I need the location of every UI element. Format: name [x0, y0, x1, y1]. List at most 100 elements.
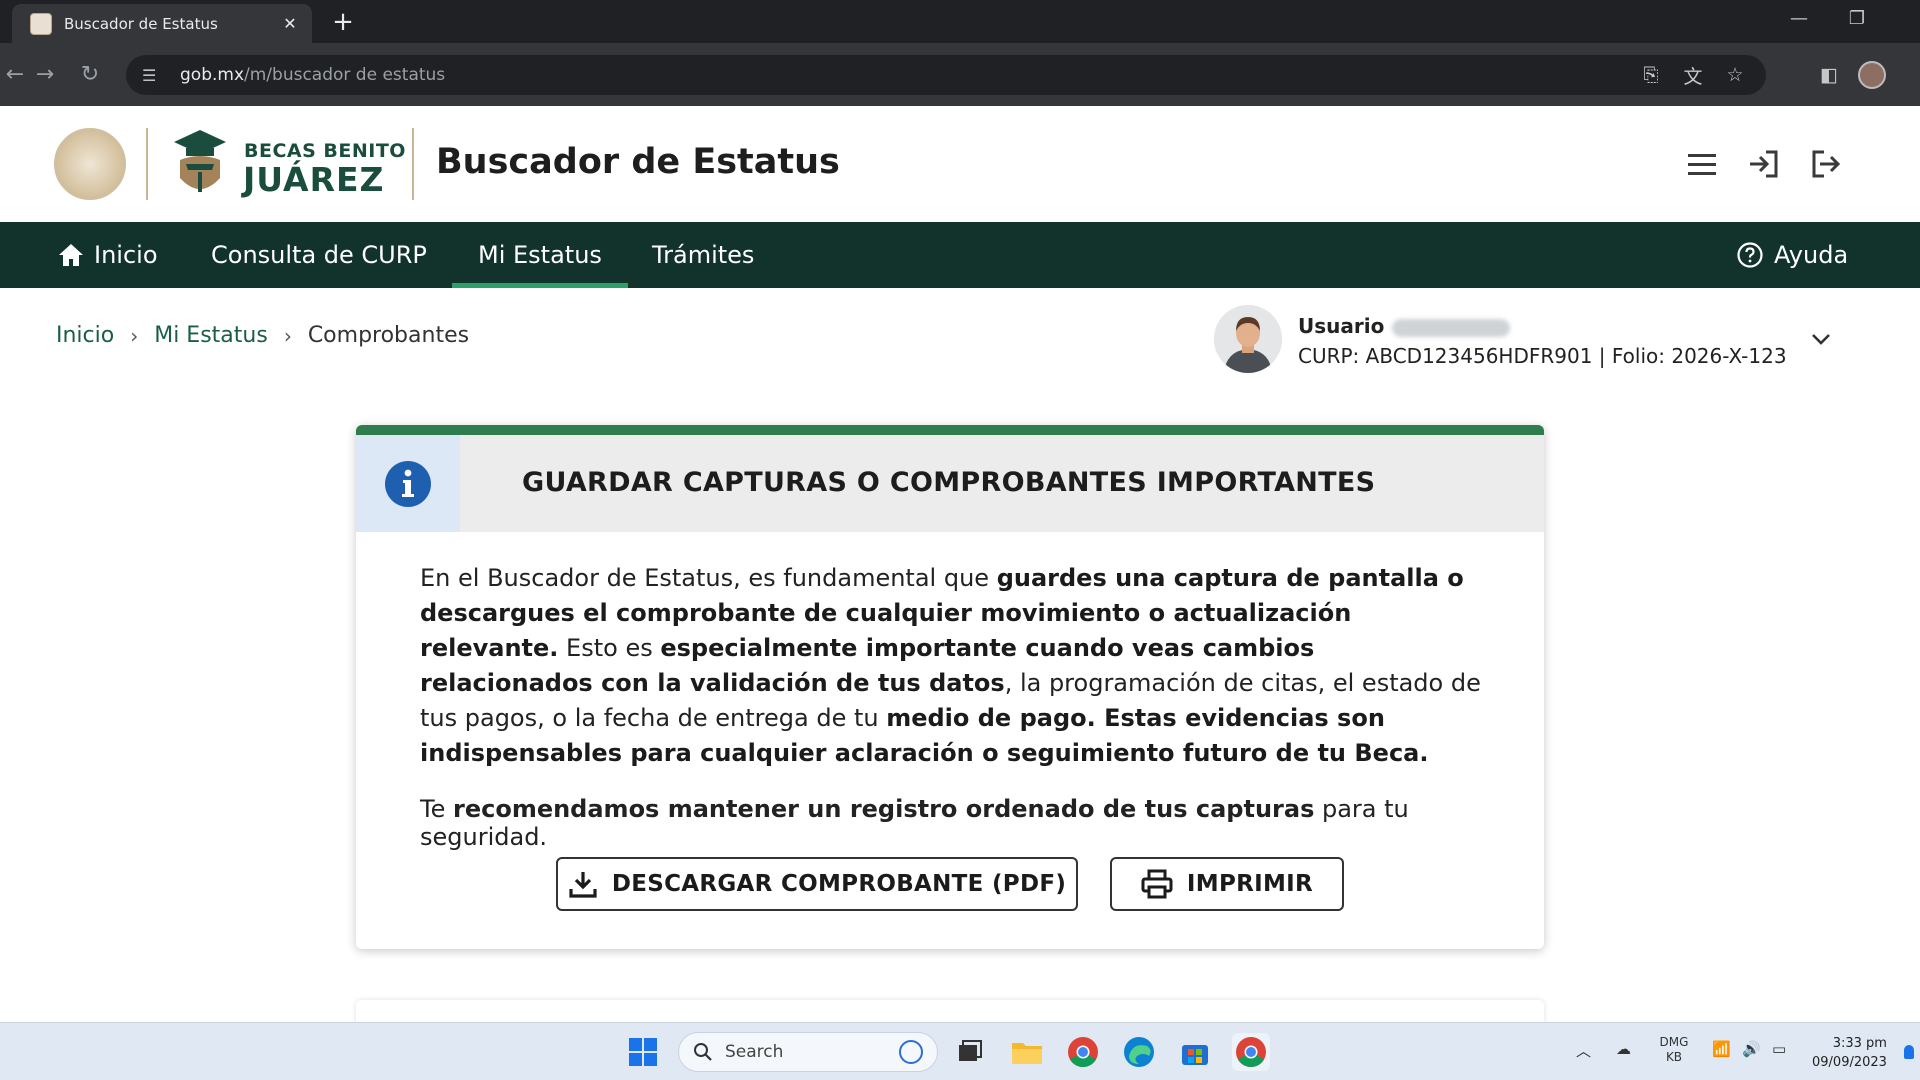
site-settings-icon[interactable]: ☰	[142, 66, 164, 85]
nav-item-consulta-curp[interactable]: Consulta de CURP	[211, 222, 427, 288]
task-view-glyph-icon	[959, 1040, 982, 1061]
edge-icon	[1124, 1037, 1154, 1067]
task-view-icon[interactable]	[950, 1033, 988, 1071]
edge-taskbar-icon[interactable]	[1120, 1033, 1158, 1071]
tray-lang-line2: KB	[1665, 1050, 1683, 1064]
site-favicon-icon	[30, 12, 52, 35]
becas-graduation-cap-icon	[174, 130, 226, 192]
taskbar-search-placeholder: Search	[725, 1042, 784, 1062]
side-panel-icon[interactable]: ◧	[1814, 60, 1844, 90]
notification-bell-icon[interactable]	[1904, 1045, 1914, 1059]
windows-start-icon[interactable]	[624, 1033, 662, 1071]
print-label: IMPRIMIR	[1186, 871, 1314, 897]
card-accent-bar	[356, 425, 1544, 435]
home-icon	[59, 244, 83, 266]
info-card: GUARDAR CAPTURAS O COMPROBANTES IMPORTAN…	[356, 425, 1544, 949]
download-pdf-button[interactable]: DESCARGAR COMPROBANTE (PDF)	[556, 857, 1078, 911]
user-name-redacted	[1392, 318, 1511, 337]
nav-item-label: Inicio	[94, 241, 158, 269]
card-paragraph-recommendation: Te recomendamos mantener un registro ord…	[420, 795, 1490, 851]
printer-icon	[1141, 869, 1173, 899]
card-title: GUARDAR CAPTURAS O COMPROBANTES IMPORTAN…	[522, 467, 1376, 498]
taskbar-search[interactable]: Search	[678, 1032, 938, 1072]
forward-icon[interactable]: →	[30, 60, 60, 90]
breadcrumb-current: Comprobantes	[307, 323, 470, 348]
help-link[interactable]: Ayuda	[1736, 222, 1848, 288]
clock-date: 09/09/2023	[1812, 1055, 1887, 1070]
user-avatar[interactable]	[1214, 305, 1282, 373]
taskbar-clock[interactable]: 3:33 pm 09/09/2023	[1812, 1034, 1887, 1072]
text-segment: Esto es	[558, 634, 661, 662]
user-name: Usuario	[1298, 314, 1511, 338]
window-minimize-icon[interactable]: —	[1784, 8, 1814, 29]
login-icon[interactable]	[1744, 144, 1784, 184]
header-divider	[412, 128, 414, 200]
browser-toolbar: ← → ↻ ☰ gob.mx/m/buscador de estatus ⎘ 文…	[0, 43, 1920, 106]
hamburger-menu-icon[interactable]	[1682, 144, 1722, 184]
new-tab-button[interactable]: +	[328, 7, 358, 37]
url-domain: gob.mx	[180, 65, 245, 85]
browser-tabstrip: Buscador de Estatus ✕ + — ❐	[0, 0, 1920, 43]
text-segment: En el Buscador de Estatus, es fundamenta…	[420, 564, 997, 592]
tray-chevron-up-icon[interactable]: ︿	[1576, 1040, 1591, 1061]
store-taskbar-icon[interactable]	[1176, 1033, 1214, 1071]
file-explorer-icon[interactable]	[1008, 1033, 1046, 1071]
reload-icon[interactable]: ↻	[75, 60, 105, 90]
breadcrumb-separator-icon: ›	[130, 323, 139, 348]
chrome-icon	[1068, 1037, 1098, 1068]
help-question-icon	[1737, 242, 1763, 268]
site-header: BECAS BENITO JUÁREZ Buscador de Estatus	[0, 106, 1920, 222]
nav-item-label: Mi Estatus	[478, 241, 602, 269]
address-bar[interactable]: ☰ gob.mx/m/buscador de estatus ⎘ 文 ☆	[126, 55, 1766, 95]
help-label: Ayuda	[1774, 241, 1849, 269]
chevron-down-icon[interactable]	[1808, 326, 1834, 352]
logout-icon[interactable]	[1806, 144, 1846, 184]
nav-item-label: Trámites	[652, 241, 755, 269]
chrome-active-taskbar-icon[interactable]	[1232, 1033, 1270, 1071]
bookmark-star-icon[interactable]: ☆	[1720, 64, 1750, 86]
url-path: /m/buscador de estatus	[244, 65, 446, 85]
back-icon[interactable]: ←	[0, 60, 30, 90]
wifi-icon[interactable]: 📶	[1712, 1040, 1731, 1058]
print-button[interactable]: IMPRIMIR	[1110, 857, 1344, 911]
main-navigation: Inicio Consulta de CURP Mi Estatus Trámi…	[0, 222, 1920, 288]
window-restore-icon[interactable]: ❐	[1842, 8, 1872, 29]
windows-logo-icon	[629, 1038, 657, 1066]
header-divider	[146, 128, 148, 200]
tab-title: Buscador de Estatus	[64, 14, 218, 33]
search-icon	[694, 1043, 712, 1061]
breadcrumb-link-inicio[interactable]: Inicio	[56, 323, 114, 348]
browser-tab-active[interactable]: Buscador de Estatus ✕	[12, 4, 312, 43]
install-app-icon[interactable]: ⎘	[1636, 64, 1666, 86]
profile-avatar-icon[interactable]	[1858, 61, 1886, 89]
nav-item-tramites[interactable]: Trámites	[652, 222, 754, 288]
chrome-taskbar-icon[interactable]	[1064, 1033, 1102, 1071]
tab-close-icon[interactable]: ✕	[280, 14, 300, 33]
nav-item-label: Consulta de CURP	[211, 241, 427, 269]
download-icon	[569, 872, 597, 898]
nav-item-mi-estatus[interactable]: Mi Estatus	[452, 222, 628, 288]
breadcrumb-separator-icon: ›	[283, 323, 292, 348]
tray-input-language[interactable]: DMG KB	[1656, 1035, 1692, 1065]
breadcrumb-link-mi-estatus[interactable]: Mi Estatus	[154, 323, 268, 348]
card-paragraph-main: En el Buscador de Estatus, es fundamenta…	[420, 561, 1490, 771]
translate-icon[interactable]: 文	[1678, 62, 1708, 89]
card-icon-box	[356, 435, 460, 532]
clock-time: 3:33 pm	[1832, 1036, 1887, 1051]
nav-item-inicio[interactable]: Inicio	[58, 222, 158, 288]
card-header: GUARDAR CAPTURAS O COMPROBANTES IMPORTAN…	[356, 435, 1544, 532]
text-segment: Te	[420, 795, 453, 823]
user-avatar-icon	[1214, 305, 1282, 373]
logo-text-line2: JUÁREZ	[243, 160, 385, 199]
bing-icon	[899, 1040, 923, 1064]
tray-onedrive-icon[interactable]: ☁	[1616, 1040, 1631, 1058]
volume-icon[interactable]: 🔊	[1742, 1040, 1761, 1058]
breadcrumb: Inicio › Mi Estatus › Comprobantes	[56, 323, 469, 348]
user-curp-folio: CURP: ABCD123456HDFR901 | Folio: 2026-X-…	[1298, 344, 1787, 368]
info-icon	[385, 460, 431, 507]
government-seal-icon	[54, 128, 126, 200]
page-title: Buscador de Estatus	[436, 142, 840, 182]
battery-icon[interactable]: ▭	[1772, 1040, 1786, 1058]
tray-lang-line1: DMG	[1659, 1035, 1689, 1049]
store-icon	[1182, 1045, 1208, 1065]
